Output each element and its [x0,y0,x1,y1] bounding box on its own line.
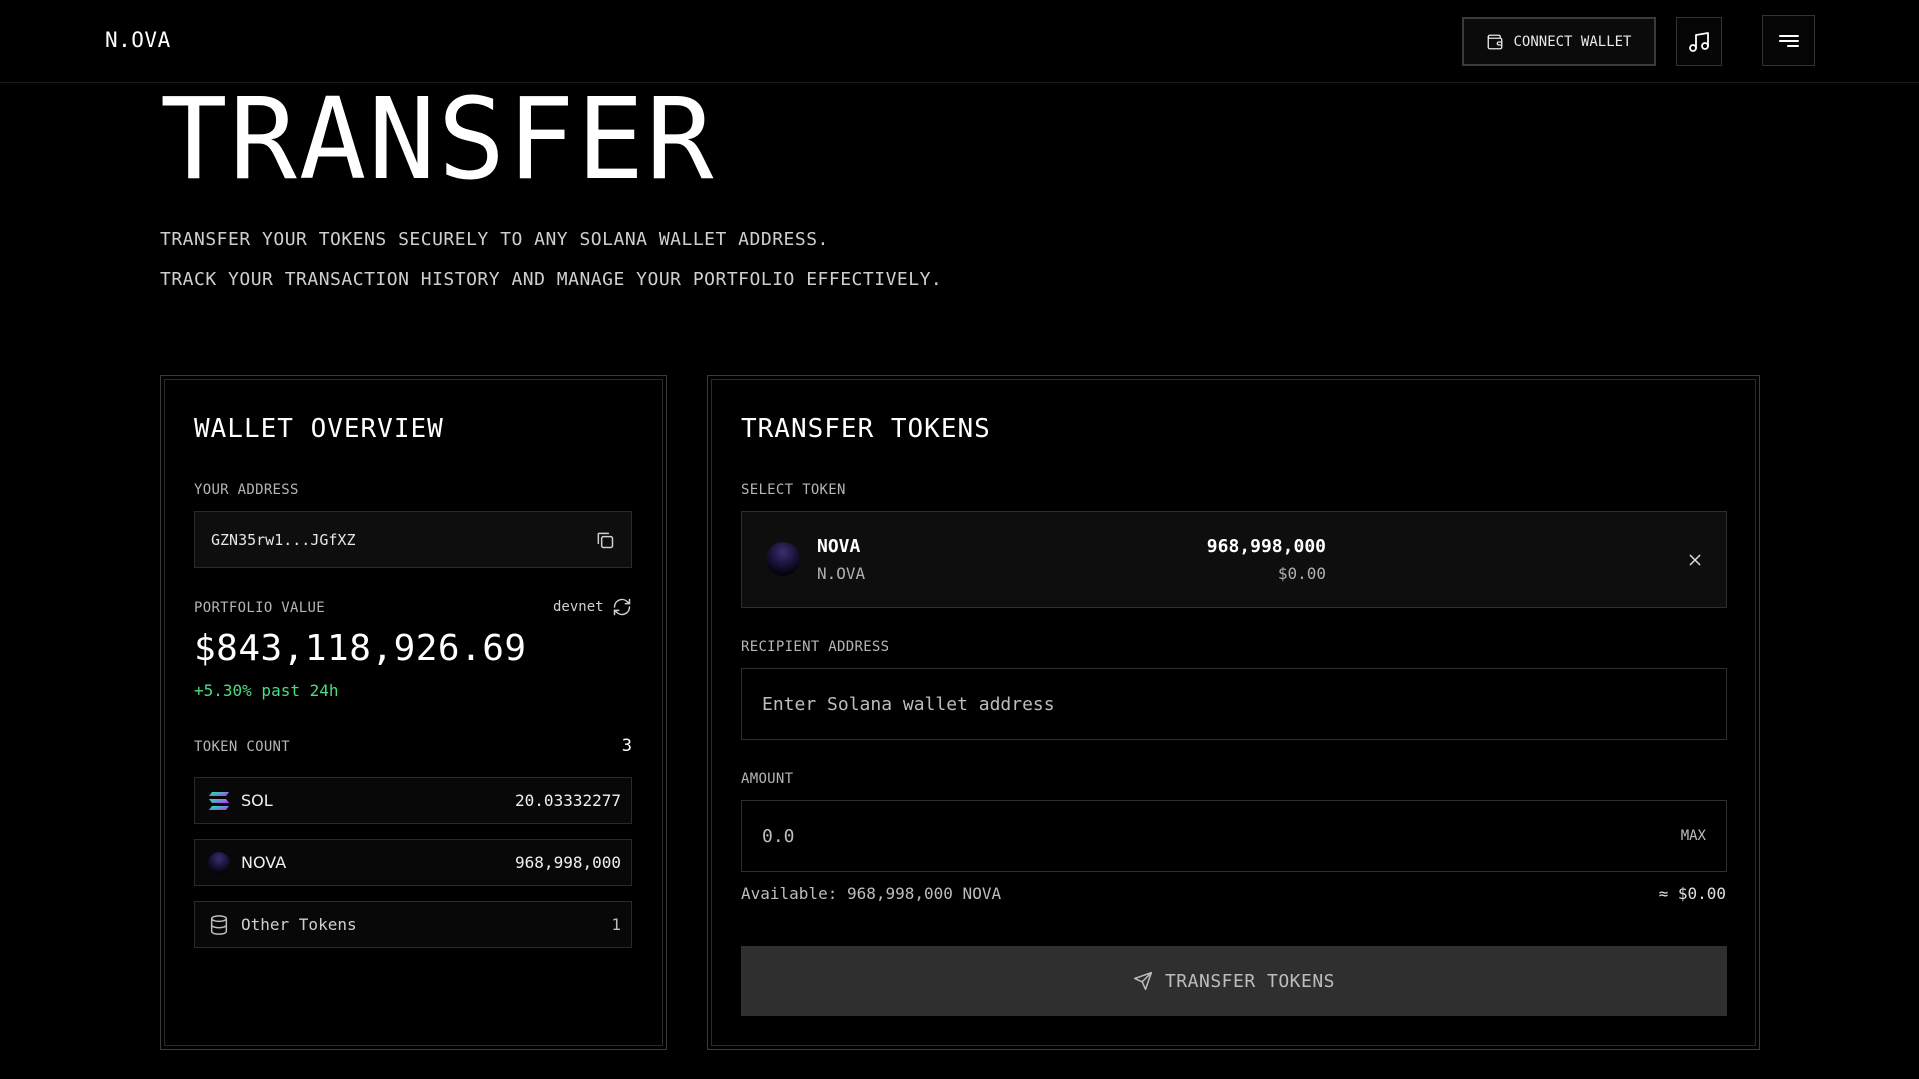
connect-wallet-button[interactable]: CONNECT WALLET [1462,17,1656,66]
page-subtitle-line-1: TRANSFER YOUR TOKENS SECURELY TO ANY SOL… [160,229,829,250]
token-count-value: 3 [621,736,632,756]
selected-token-balance: 968,998,000 [1206,536,1326,557]
amount-input[interactable] [762,825,1671,847]
max-button[interactable]: MAX [1681,828,1706,844]
wallet-address: GZN35rw1...JGfXZ [211,530,356,549]
transfer-tokens-panel: TRANSFER TOKENS SELECT TOKEN NOVA N.OVA … [707,375,1760,1050]
token-amount: 968,998,000 [515,853,621,872]
nova-token-icon [766,542,800,576]
refresh-icon[interactable] [612,597,632,617]
token-row-sol[interactable]: SOL 20.03332277 [194,777,632,824]
network-indicator: devnet [553,597,632,617]
approx-value: ≈ $0.00 [1658,884,1726,903]
selected-token-usd: $0.00 [1277,564,1326,583]
database-icon [207,913,231,937]
token-row-nova[interactable]: NOVA 968,998,000 [194,839,632,886]
selected-token-name: N.OVA [817,564,866,583]
page-title: TRANSFER [160,75,716,205]
transfer-tokens-title: TRANSFER TOKENS [741,414,991,444]
portfolio-change: +5.30% past 24h [194,681,339,700]
network-label: devnet [553,599,604,615]
address-label: YOUR ADDRESS [194,482,299,498]
selected-token-symbol: NOVA [817,536,861,557]
token-amount: 1 [611,915,621,934]
token-name: NOVA [241,853,287,872]
top-nav: N.OVA CONNECT WALLET [0,0,1919,83]
recipient-field [741,668,1727,740]
page-subtitle-line-2: TRACK YOUR TRANSACTION HISTORY AND MANAG… [160,269,943,290]
wallet-overview-panel: WALLET OVERVIEW YOUR ADDRESS GZN35rw1...… [160,375,667,1050]
portfolio-value: $843,118,926.69 [194,628,527,669]
token-row-other[interactable]: Other Tokens 1 [194,901,632,948]
wallet-overview-title: WALLET OVERVIEW [194,414,444,444]
amount-field: MAX [741,800,1727,872]
portfolio-value-label: PORTFOLIO VALUE [194,600,325,616]
nova-token-icon [207,851,231,875]
token-name: SOL [241,791,273,810]
select-token-label: SELECT TOKEN [741,482,846,498]
menu-icon [1777,29,1801,53]
menu-button[interactable] [1762,15,1815,66]
transfer-tokens-button[interactable]: TRANSFER TOKENS [741,946,1727,1016]
available-balance: Available: 968,998,000 NOVA [741,884,1002,903]
token-name: Other Tokens [241,915,357,934]
wallet-icon [1486,33,1504,51]
token-amount: 20.03332277 [515,791,621,810]
send-icon [1133,971,1153,991]
transfer-tokens-button-label: TRANSFER TOKENS [1164,970,1336,992]
music-toggle-button[interactable] [1676,17,1722,66]
recipient-label: RECIPIENT ADDRESS [741,639,890,655]
music-note-icon [1687,30,1711,54]
recipient-input[interactable] [762,693,1706,715]
logo[interactable]: N.OVA [105,28,171,52]
amount-label: AMOUNT [741,771,794,787]
solana-icon [207,789,231,813]
connect-wallet-label: CONNECT WALLET [1513,33,1632,50]
address-box: GZN35rw1...JGfXZ [194,511,632,568]
token-count-label: TOKEN COUNT [194,739,291,755]
close-icon[interactable] [1684,549,1706,571]
token-selector[interactable]: NOVA N.OVA 968,998,000 $0.00 [741,511,1727,608]
copy-icon[interactable] [595,530,615,550]
